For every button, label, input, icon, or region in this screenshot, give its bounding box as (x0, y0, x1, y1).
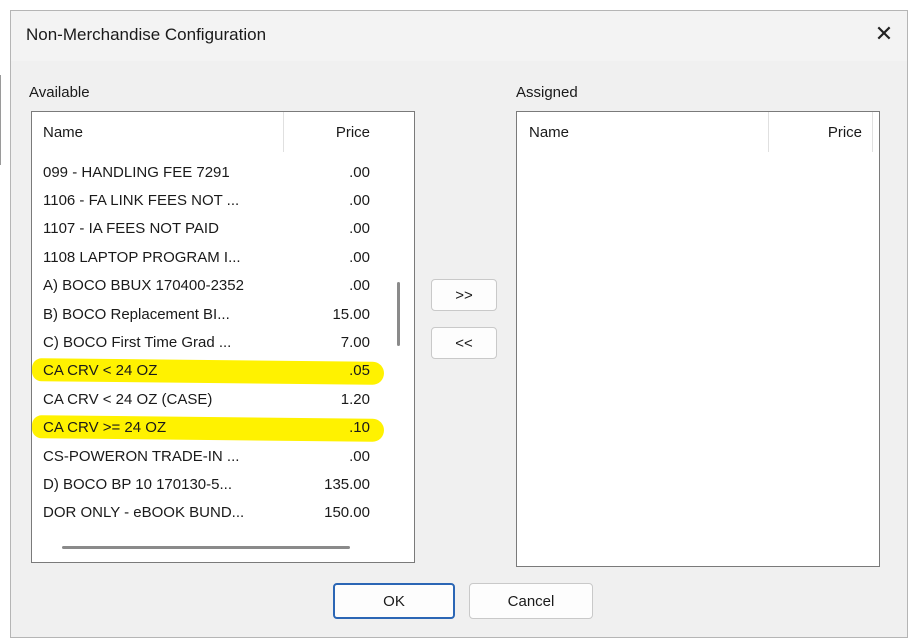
remove-button[interactable]: << (431, 327, 497, 359)
available-list-item[interactable]: 1106 - FA LINK FEES NOT ... .00 (32, 186, 384, 214)
item-name: 099 - HANDLING FEE 7291 (43, 163, 230, 181)
available-label: Available (29, 84, 90, 101)
item-price: .00 (349, 277, 370, 295)
window-title: Non-Merchandise Configuration (26, 25, 267, 44)
item-price: 7.00 (340, 334, 370, 352)
item-price: .05 (349, 362, 370, 380)
assigned-name-column-header[interactable]: Name (517, 112, 769, 152)
available-vertical-scrollbar[interactable] (397, 282, 400, 346)
available-list-item[interactable]: CS-POWERON TRADE-IN ... .00 (32, 442, 384, 470)
item-name: CA CRV < 24 OZ (43, 362, 158, 380)
available-header: Name Price (32, 112, 379, 152)
item-name: DOR ONLY - eBOOK BUND... (43, 504, 245, 522)
add-button[interactable]: >> (431, 279, 497, 311)
assigned-listbox[interactable]: Name Price (516, 111, 880, 567)
available-list-item[interactable]: A) BOCO BBUX 170400-2352 .00 (32, 272, 384, 300)
item-price: 150.00 (324, 504, 370, 522)
available-price-column-header[interactable]: Price (284, 112, 379, 152)
assigned-label: Assigned (516, 84, 578, 101)
item-price: 15.00 (332, 305, 370, 323)
item-price: .00 (349, 220, 370, 238)
item-name: 1106 - FA LINK FEES NOT ... (43, 192, 240, 210)
available-horizontal-scrollbar[interactable] (62, 546, 350, 549)
item-name: 1107 - IA FEES NOT PAID (43, 220, 219, 238)
item-name: A) BOCO BBUX 170400-2352 (43, 277, 244, 295)
assigned-price-column-header[interactable]: Price (769, 112, 873, 152)
item-price: .00 (349, 163, 370, 181)
ok-button[interactable]: OK (333, 583, 455, 619)
available-listbox[interactable]: Name Price 099 - HANDLING FEE 7291.00 110… (31, 111, 415, 563)
available-list-item[interactable]: 099 - HANDLING FEE 7291 .00 (32, 158, 384, 186)
assigned-header: Name Price (517, 112, 875, 152)
available-list-item[interactable]: D) BOCO BP 10 170130-5... 135.00 (32, 470, 384, 498)
cancel-button[interactable]: Cancel (469, 583, 593, 619)
available-list-item[interactable]: B) BOCO Replacement BI... 15.00 (32, 300, 384, 328)
item-price: 135.00 (324, 475, 370, 493)
item-name: CA CRV >= 24 OZ (43, 419, 167, 437)
item-price: .00 (349, 192, 370, 210)
available-list-item[interactable]: 1108 LAPTOP PROGRAM I... .00 (32, 243, 384, 271)
available-rows: 099 - HANDLING FEE 7291.00 1106 - FA LINK… (32, 158, 384, 527)
item-price: 1.20 (340, 390, 370, 408)
background-edge (0, 75, 1, 165)
item-price: .00 (349, 447, 370, 465)
item-price: .10 (349, 419, 370, 437)
available-list-item[interactable]: CA CRV < 24 OZ (CASE) 1.20 (32, 385, 384, 413)
available-name-column-header[interactable]: Name (32, 112, 284, 152)
available-list-item[interactable]: DOR ONLY - eBOOK BUND... 150.00 (32, 499, 384, 527)
available-list-item[interactable]: CA CRV >= 24 OZ .10 (32, 414, 384, 442)
item-name: CA CRV < 24 OZ (CASE) (43, 390, 213, 408)
available-list-item[interactable]: 1107 - IA FEES NOT PAID .00 (32, 215, 384, 243)
available-list-item[interactable]: C) BOCO First Time Grad ... 7.00 (32, 328, 384, 356)
item-name: B) BOCO Replacement BI... (43, 305, 230, 323)
close-icon[interactable]: ✕ (861, 11, 907, 57)
item-name: D) BOCO BP 10 170130-5... (43, 475, 232, 493)
item-name: C) BOCO First Time Grad ... (43, 334, 232, 352)
item-name: 1108 LAPTOP PROGRAM I... (43, 248, 241, 266)
title-bar: Non-Merchandise Configuration ✕ (11, 11, 907, 61)
available-list-item[interactable]: CA CRV < 24 OZ .05 (32, 357, 384, 385)
item-name: CS-POWERON TRADE-IN ... (43, 447, 240, 465)
item-price: .00 (349, 248, 370, 266)
non-merchandise-dialog: Non-Merchandise Configuration ✕ Availabl… (10, 10, 908, 638)
